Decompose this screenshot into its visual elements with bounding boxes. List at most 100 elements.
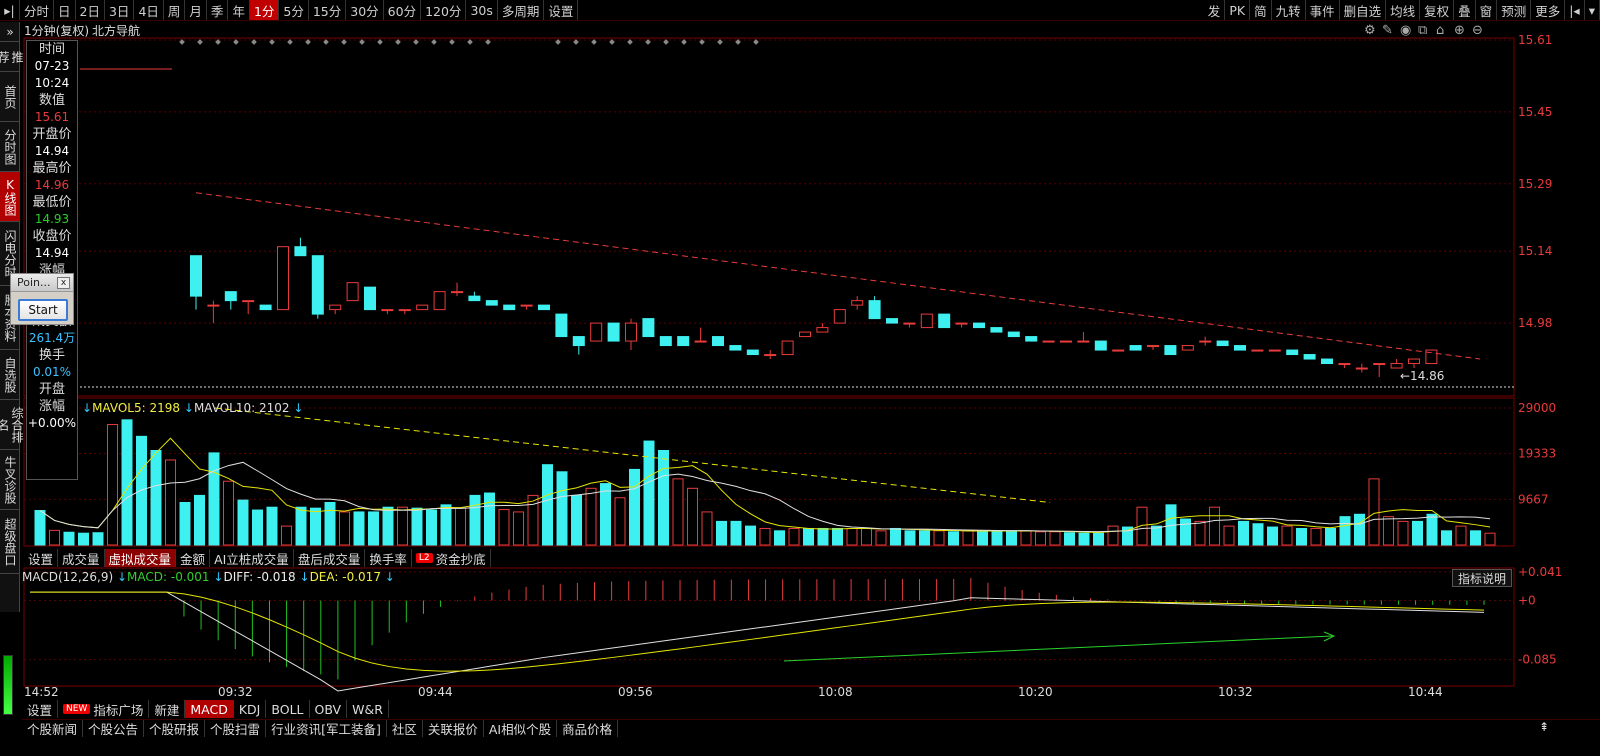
indicator-tab[interactable]: 新建: [149, 700, 186, 718]
expand-icon[interactable]: »: [0, 22, 20, 42]
period-tab[interactable]: 2日: [76, 0, 105, 20]
toolbar-button[interactable]: 删自选: [1340, 0, 1387, 20]
toolbar-button[interactable]: 窗: [1476, 0, 1498, 20]
left-tab[interactable]: 自选股: [0, 350, 20, 400]
sidebar-toggle-icon[interactable]: ▸|: [0, 0, 20, 20]
volume-bar: [324, 501, 336, 546]
indicator-tab[interactable]: NEW 指标广场: [58, 700, 150, 718]
news-tab[interactable]: 商品价格: [557, 720, 619, 737]
back-icon[interactable]: |◂: [1565, 0, 1585, 20]
left-tab[interactable]: 牛叉诊股: [0, 450, 20, 510]
indicator-tab[interactable]: OBV: [310, 700, 348, 718]
indicator-tab[interactable]: KDJ: [234, 700, 267, 718]
left-tab[interactable]: 综合排名: [0, 400, 24, 450]
indicator-tab[interactable]: MACD: [185, 700, 234, 718]
period-tab[interactable]: 分时: [20, 0, 55, 20]
period-tab[interactable]: 30s: [466, 0, 498, 20]
info-value: 0.01%: [32, 365, 72, 379]
news-tab[interactable]: AI相似个股: [484, 720, 558, 737]
arrow-down-icon: ↓: [183, 401, 194, 415]
toolbar-button[interactable]: 预测: [1497, 0, 1532, 20]
chart-tool-icon[interactable]: ⌂: [1436, 23, 1444, 38]
news-tab[interactable]: 关联报价: [423, 720, 484, 737]
period-tab[interactable]: 年: [228, 0, 250, 20]
period-tab[interactable]: 季: [207, 0, 229, 20]
left-tab[interactable]: 分时图: [0, 122, 20, 172]
price-tick: 14.98: [1518, 316, 1552, 330]
volume-bar: [701, 511, 713, 546]
volume-tick: 9667: [1518, 492, 1549, 506]
time-tick: 09:44: [418, 685, 453, 699]
period-tab[interactable]: 设置: [544, 0, 579, 20]
volume-tab[interactable]: 设置: [24, 549, 59, 567]
chart-tool-icon[interactable]: ✎: [1382, 23, 1393, 38]
news-tab[interactable]: 行业资讯[军工装备]: [266, 720, 387, 737]
indicator-help-button[interactable]: 指标说明: [1452, 569, 1512, 587]
period-tab[interactable]: 30分: [346, 0, 384, 20]
chart-tool-icon[interactable]: ⊕: [1454, 23, 1465, 38]
indicator-tab-label: MACD: [190, 701, 228, 717]
period-tab[interactable]: 月: [185, 0, 207, 20]
toolbar-button[interactable]: PK: [1225, 0, 1251, 20]
volume-tab[interactable]: 成交量: [58, 549, 105, 567]
dea-label: DEA:: [309, 570, 339, 584]
volume-bar: [1078, 532, 1090, 546]
period-tab[interactable]: 1分: [249, 0, 280, 20]
volume-bar: [440, 504, 452, 546]
left-tab[interactable]: 超级盘口: [0, 510, 20, 574]
toolbar-button[interactable]: 事件: [1306, 0, 1340, 20]
left-tab[interactable]: K线图: [0, 172, 20, 222]
period-tab[interactable]: 120分: [421, 0, 467, 20]
volume-bar: [788, 527, 800, 546]
period-tab[interactable]: 15分: [309, 0, 347, 20]
candle: [555, 313, 568, 338]
price-pane: [23, 37, 1515, 397]
toolbar-button[interactable]: 发: [1204, 0, 1226, 20]
chart-tool-icon[interactable]: ◉: [1400, 23, 1411, 38]
volume-tab[interactable]: AI立桩成交量: [210, 549, 294, 567]
toolbar-button[interactable]: 更多: [1531, 0, 1566, 20]
period-tab[interactable]: 多周期: [498, 0, 545, 20]
toolbar-button[interactable]: 简: [1250, 0, 1272, 20]
volume-tab[interactable]: 盘后成交量: [294, 549, 366, 567]
volume-bar: [92, 532, 104, 546]
left-tab[interactable]: 推荐: [0, 42, 24, 72]
chart-tool-icon[interactable]: ⊖: [1472, 23, 1483, 38]
indicator-tab[interactable]: BOLL: [266, 700, 310, 718]
volume-tab[interactable]: 虚拟成交量: [104, 549, 177, 567]
chart-tool-icon[interactable]: ⚙: [1364, 23, 1376, 38]
period-tab[interactable]: 60分: [384, 0, 422, 20]
popup-close-button[interactable]: x: [57, 277, 70, 289]
toolbar-button[interactable]: 均线: [1386, 0, 1421, 20]
left-tab[interactable]: 首页: [0, 72, 20, 122]
period-tab[interactable]: 4日: [134, 0, 164, 20]
news-tab[interactable]: 社区: [387, 720, 423, 737]
chart-tool-icon[interactable]: ⧉: [1418, 23, 1427, 38]
news-tab[interactable]: 个股扫雷: [205, 720, 267, 737]
toolbar-button[interactable]: 叠: [1454, 0, 1476, 20]
period-tab[interactable]: 3日: [105, 0, 135, 20]
news-tab[interactable]: 个股公告: [83, 720, 145, 737]
start-button[interactable]: Start: [18, 299, 68, 321]
news-tab[interactable]: 个股研报: [144, 720, 206, 737]
toolbar-button[interactable]: 九转: [1272, 0, 1306, 20]
chart-title: 1分钟(复权): [24, 24, 89, 38]
volume-bar: [426, 509, 437, 546]
news-tab[interactable]: 个股新闻: [22, 720, 84, 737]
candle: [642, 318, 655, 338]
toolbar-button[interactable]: 复权: [1420, 0, 1455, 20]
period-tab[interactable]: 日: [54, 0, 76, 20]
indicator-tab[interactable]: 设置: [22, 700, 59, 718]
price-tick: 15.61: [1518, 33, 1552, 47]
candle: [207, 304, 220, 307]
volume-tab[interactable]: L2 资金抄底: [412, 549, 491, 567]
period-tab[interactable]: 5分: [279, 0, 309, 20]
collapse-up-icon[interactable]: ⇞: [1524, 720, 1564, 736]
candle: [1251, 349, 1264, 352]
volume-tab-label: 盘后成交量: [297, 551, 361, 567]
volume-tab[interactable]: 金额: [176, 549, 211, 567]
period-tab[interactable]: 周: [164, 0, 186, 20]
dropdown-icon[interactable]: ▾: [1585, 0, 1600, 20]
volume-tab[interactable]: 换手率: [365, 549, 412, 567]
indicator-tab[interactable]: W&R: [347, 700, 389, 718]
